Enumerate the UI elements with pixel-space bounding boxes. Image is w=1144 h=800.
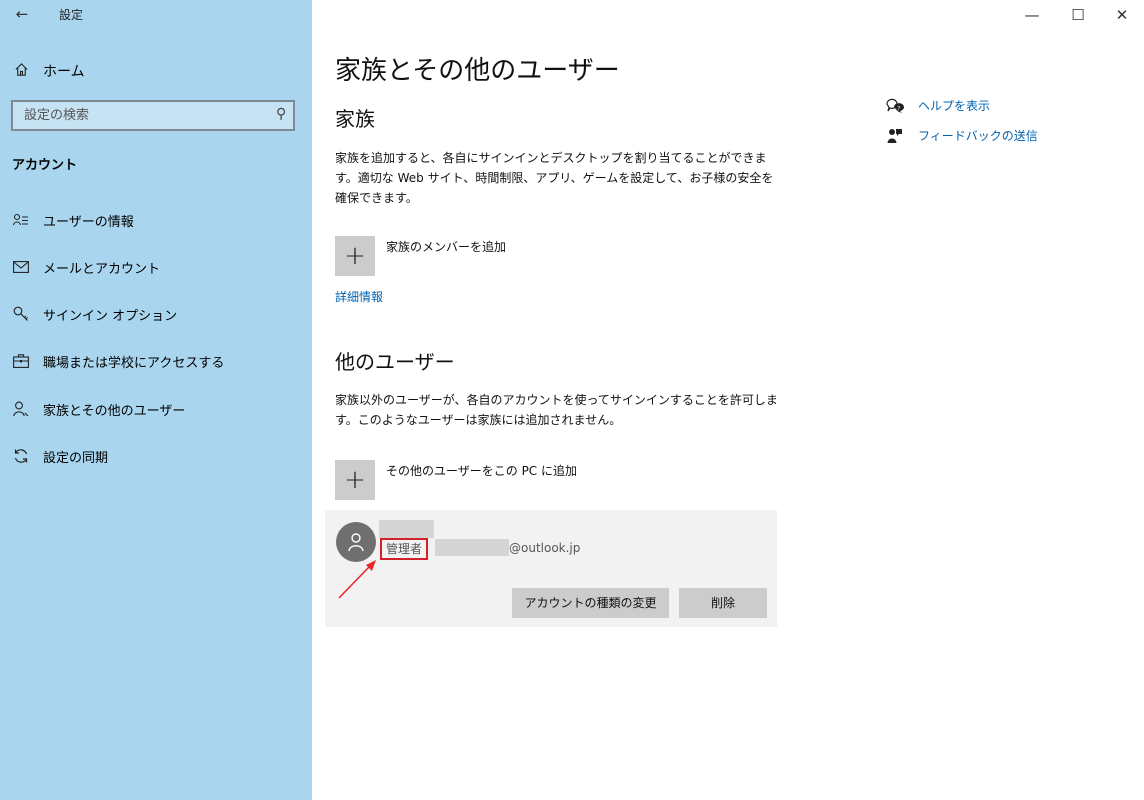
plus-icon: + <box>335 236 375 276</box>
add-other-user-label: その他のユーザーをこの PC に追加 <box>386 464 578 478</box>
sidebar-item-label: サインイン オプション <box>43 308 178 324</box>
change-account-type-button[interactable]: アカウントの種類の変更 <box>512 588 669 618</box>
close-icon: ✕ <box>1115 6 1129 24</box>
feedback-icon <box>885 128 905 144</box>
sidebar-item-sign-in-options[interactable]: サインイン オプション <box>12 303 177 325</box>
search-input[interactable] <box>13 102 264 129</box>
family-heading: 家族 <box>335 107 375 131</box>
add-family-member-button[interactable]: + 家族のメンバーを追加 <box>335 236 506 276</box>
section-title: アカウント <box>12 158 78 173</box>
maximize-button[interactable]: ☐ <box>1058 2 1098 28</box>
app-title: 設定 <box>59 8 84 22</box>
person-icon <box>348 533 364 552</box>
minimize-button[interactable]: — <box>1012 2 1052 28</box>
user-role-badge: 管理者 <box>380 538 429 560</box>
user-info-icon <box>12 213 30 227</box>
title-bar: ← 設定 <box>0 0 312 32</box>
sidebar-item-user-info[interactable]: ユーザーの情報 <box>12 209 134 231</box>
search-box[interactable]: ⚲ <box>11 100 295 131</box>
maximize-icon: ☐ <box>1071 6 1085 24</box>
sidebar-item-work-school[interactable]: 職場または学校にアクセスする <box>12 350 224 372</box>
sidebar-item-family-other-users[interactable]: 家族とその他のユーザー <box>12 398 185 420</box>
sidebar-item-label: 職場または学校にアクセスする <box>43 355 225 371</box>
help-link[interactable]: ? ヘルプを表示 <box>885 97 990 114</box>
other-users-heading: 他のユーザー <box>335 350 455 374</box>
briefcase-icon <box>12 354 30 368</box>
sidebar-item-label: メールとアカウント <box>43 261 161 277</box>
family-description: 家族を追加すると、各自にサインインとデスクトップを割り当てることができます。適切… <box>335 151 774 205</box>
page-title: 家族とその他のユーザー <box>335 56 620 86</box>
minimize-icon: — <box>1024 6 1040 24</box>
sync-icon <box>12 448 30 464</box>
sidebar-item-label: 家族とその他のユーザー <box>43 403 186 419</box>
feedback-link[interactable]: フィードバックの送信 <box>885 127 1038 144</box>
person-add-icon <box>12 401 30 417</box>
sidebar-item-label: ユーザーの情報 <box>43 214 134 230</box>
user-email-domain: @outlook.jp <box>509 541 581 555</box>
user-card[interactable]: 管理者 @outlook.jp アカウントの種類の変更 削除 <box>325 510 777 627</box>
user-name-redacted <box>379 520 434 538</box>
back-arrow-icon: ← <box>15 5 29 23</box>
sidebar-item-home[interactable]: ホーム <box>12 59 85 83</box>
more-info-link[interactable]: 詳細情報 <box>335 288 383 305</box>
back-button[interactable]: ← <box>12 4 32 24</box>
search-icon[interactable]: ⚲ <box>276 106 286 122</box>
close-button[interactable]: ✕ <box>1102 2 1142 28</box>
svg-text:?: ? <box>897 105 900 112</box>
remove-user-button[interactable]: 削除 <box>679 588 767 618</box>
sidebar: ← 設定 ホーム ⚲ アカウント ユーザーの情報 メールとアカウント サインイン… <box>0 0 312 800</box>
key-icon <box>12 306 30 322</box>
feedback-label: フィードバックの送信 <box>918 129 1038 143</box>
avatar <box>336 522 376 562</box>
home-icon <box>12 62 30 81</box>
other-users-description: 家族以外のユーザーが、各自のアカウントを使ってサインインすることを許可します。こ… <box>335 393 778 427</box>
add-family-member-label: 家族のメンバーを追加 <box>386 240 507 254</box>
sidebar-item-sync-settings[interactable]: 設定の同期 <box>12 445 108 467</box>
annotation-arrow <box>338 560 376 599</box>
help-chat-icon: ? <box>885 98 905 114</box>
add-other-user-button[interactable]: + その他のユーザーをこの PC に追加 <box>335 460 577 500</box>
mail-icon <box>12 261 30 273</box>
sidebar-item-label: 設定の同期 <box>43 450 109 466</box>
user-email-redacted <box>435 539 509 556</box>
sidebar-item-label: ホーム <box>43 64 85 80</box>
sidebar-item-email[interactable]: メールとアカウント <box>12 256 160 278</box>
plus-icon: + <box>335 460 375 500</box>
help-label: ヘルプを表示 <box>918 99 991 113</box>
